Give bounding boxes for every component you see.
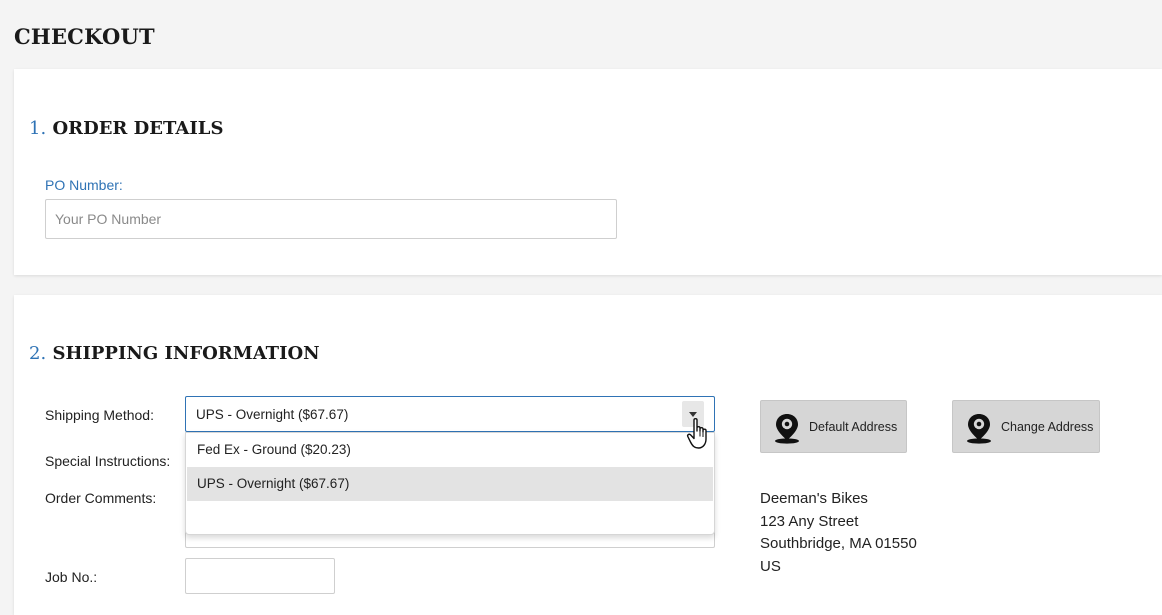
default-address-button[interactable]: Default Address [760,400,907,453]
default-address-button-label: Default Address [809,420,898,434]
hand-pointer-icon [686,418,707,449]
po-number-input[interactable] [45,199,617,239]
map-pin-icon [775,414,799,444]
shipping-method-dropdown: Fed Ex - Ground ($20.23) UPS - Overnight… [185,432,715,535]
address-city-line: Southbridge, MA 01550 [760,535,917,552]
change-address-button[interactable]: Change Address [952,400,1100,453]
job-number-input[interactable] [185,558,335,594]
shipping-method-label: Shipping Method: [45,407,154,423]
map-pin-icon [967,414,991,444]
address-street: 123 Any Street [760,512,859,530]
page-title: CHECKOUT [14,24,155,49]
order-comments-label: Order Comments: [45,490,157,506]
special-instructions-label: Special Instructions: [45,453,171,469]
shipping-information-heading: 2. SHIPPING INFORMATION [29,343,320,364]
order-details-heading: 1. ORDER DETAILS [29,118,223,139]
shipping-option-ups-overnight[interactable]: UPS - Overnight ($67.67) [187,467,713,501]
section-title-text: ORDER DETAILS [52,118,224,139]
address-country: US [760,557,781,575]
section-number: 2. [29,343,47,364]
po-number-label: PO Number: [45,177,123,193]
shipping-address: Deeman's Bikes 123 Any Street Southbridg… [760,488,917,578]
order-details-card: 1. ORDER DETAILS PO Number: [14,69,1162,275]
shipping-information-card: 2. SHIPPING INFORMATION Shipping Method:… [14,295,1162,615]
change-address-button-label: Change Address [1001,420,1094,434]
job-number-label: Job No.: [45,569,98,585]
section-number: 1. [29,118,47,139]
shipping-option-fedex-ground[interactable]: Fed Ex - Ground ($20.23) [187,433,713,467]
shipping-method-select[interactable]: UPS - Overnight ($67.67) [185,396,715,432]
section-title-text: SHIPPING INFORMATION [52,343,320,364]
address-name: Deeman's Bikes [760,490,868,507]
shipping-method-selected-value: UPS - Overnight ($67.67) [196,407,349,422]
